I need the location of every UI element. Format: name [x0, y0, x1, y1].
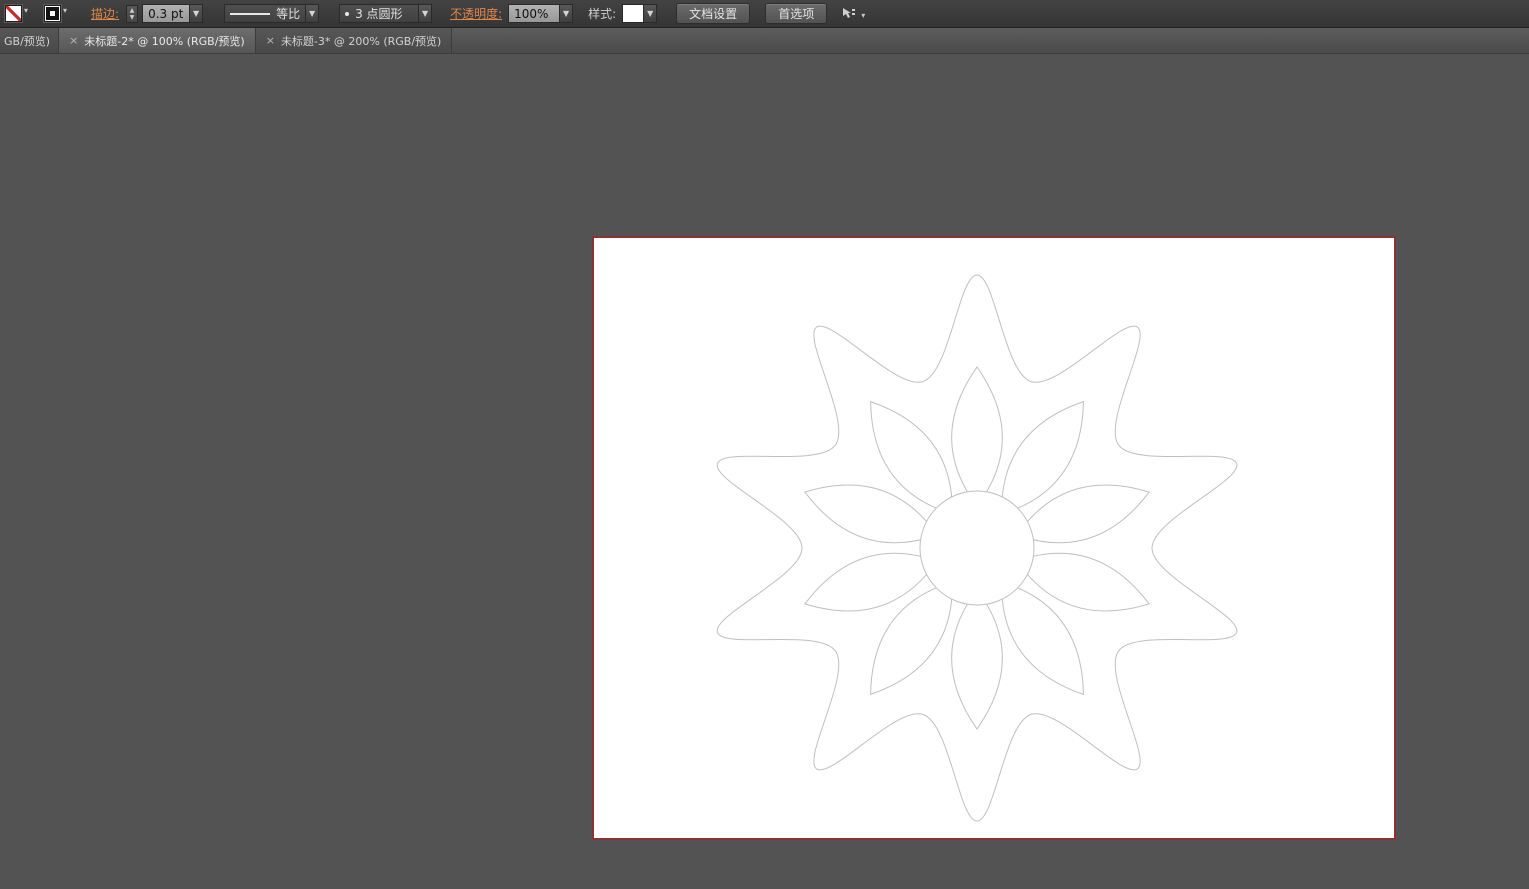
brush-value[interactable]: 3 点圆形	[340, 5, 418, 22]
document-tab-bar: GB/预览) × 未标题-2* @ 100% (RGB/预览) × 未标题-3*…	[0, 28, 1529, 54]
stroke-width-input[interactable]: 0.3 pt	[143, 5, 189, 22]
tab-close-icon[interactable]: ×	[266, 34, 275, 47]
flower-center-circle	[920, 491, 1034, 605]
opacity-panel-link[interactable]: 不透明度:	[450, 5, 502, 22]
canvas-pasteboard[interactable]	[0, 54, 1529, 889]
tab-close-icon[interactable]: ×	[69, 34, 78, 47]
stroke-color-dropdown-arrow[interactable]: ▾	[63, 6, 67, 15]
stroke-profile-icon	[230, 13, 270, 15]
control-bar: ▾ ▾ 描边: ▲ ▼ 0.3 pt ▼ 等比 ▼ 3 点圆形 ▼ 不透明度: …	[0, 0, 1529, 28]
flyout-dropdown-arrow[interactable]: ▾	[861, 11, 865, 20]
tab-label: 未标题-2* @ 100% (RGB/预览)	[84, 33, 244, 49]
brush-combo: 3 点圆形 ▼	[339, 4, 432, 23]
stroke-panel-link[interactable]: 描边:	[91, 5, 119, 22]
document-setup-button[interactable]: 文档设置	[676, 3, 750, 24]
width-profile-value[interactable]: 等比	[225, 5, 305, 22]
preferences-button[interactable]: 首选项	[765, 3, 827, 24]
width-profile-dropdown-arrow[interactable]: ▼	[305, 5, 318, 22]
flower-artwork[interactable]	[594, 238, 1394, 838]
opacity-dropdown-arrow[interactable]: ▼	[559, 5, 572, 22]
opacity-input[interactable]: 100%	[509, 5, 559, 22]
artboard[interactable]	[594, 238, 1394, 838]
width-profile-label: 等比	[276, 5, 300, 22]
brush-dropdown-arrow[interactable]: ▼	[418, 5, 431, 22]
stroke-color-swatch[interactable]	[44, 5, 61, 22]
style-swatch[interactable]	[623, 5, 643, 22]
selection-options-icon	[841, 7, 856, 20]
document-tab-untitled-2[interactable]: × 未标题-2* @ 100% (RGB/预览)	[59, 28, 256, 53]
stroke-width-combo: 0.3 pt ▼	[142, 4, 203, 23]
stepper-up-icon[interactable]: ▲	[130, 7, 135, 14]
control-panel-flyout[interactable]: ▾	[841, 7, 867, 20]
stepper-down-icon[interactable]: ▼	[130, 14, 135, 21]
tab-label: 未标题-3* @ 200% (RGB/预览)	[281, 33, 441, 49]
document-tab-untitled-3[interactable]: × 未标题-3* @ 200% (RGB/预览)	[256, 28, 453, 53]
style-dropdown-arrow[interactable]: ▼	[643, 5, 656, 22]
brush-preview-icon	[345, 12, 349, 16]
stroke-width-stepper[interactable]: ▲ ▼	[126, 5, 138, 23]
stroke-ring-icon	[46, 7, 59, 20]
style-label: 样式:	[588, 5, 616, 22]
fill-color-dropdown-arrow[interactable]: ▾	[24, 6, 28, 15]
document-tab-partial[interactable]: GB/预览)	[0, 28, 59, 53]
style-swatch-combo: ▼	[622, 4, 657, 23]
opacity-combo: 100% ▼	[508, 4, 573, 23]
stroke-width-dropdown-arrow[interactable]: ▼	[189, 5, 202, 22]
width-profile-combo: 等比 ▼	[224, 4, 319, 23]
fill-color-swatch[interactable]	[5, 5, 22, 22]
tab-label: GB/预览)	[4, 33, 50, 49]
brush-label: 3 点圆形	[355, 5, 402, 22]
